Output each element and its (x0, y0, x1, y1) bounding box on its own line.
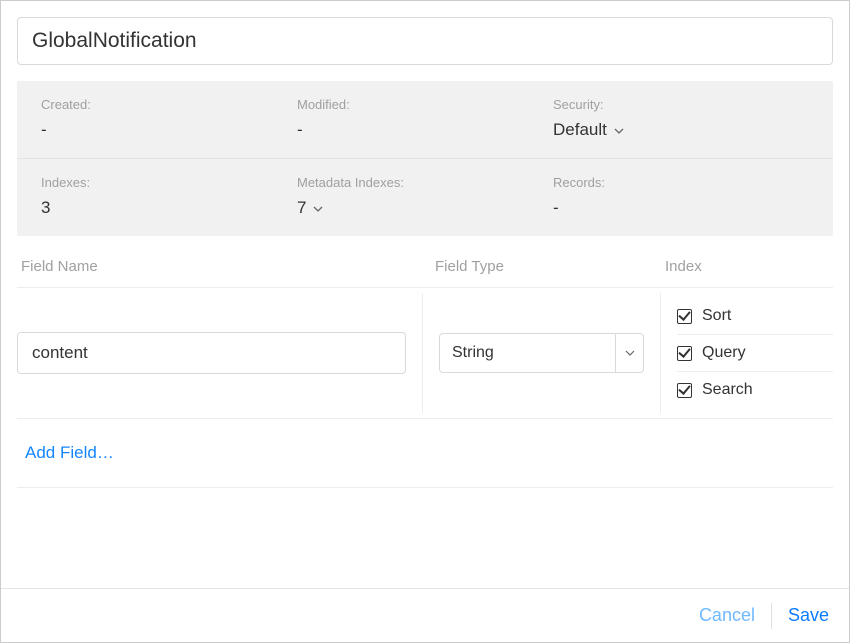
metadata-indexes-value: 7 (297, 198, 306, 217)
column-field-type: Field Type (435, 258, 665, 275)
created-value: - (41, 120, 297, 140)
column-field-name: Field Name (21, 258, 435, 275)
indexes-value: 3 (41, 198, 297, 218)
index-sort-label: Sort (702, 307, 731, 325)
index-query-label: Query (702, 344, 746, 362)
index-search-checkbox[interactable]: Search (677, 371, 833, 408)
security-label: Security: (553, 97, 809, 112)
metadata-indexes-label: Metadata Indexes: (297, 175, 553, 190)
metadata-panel: Created: - Modified: - Security: Default (17, 81, 833, 236)
field-row: String Sort Query Search (17, 287, 833, 419)
checkbox-icon (677, 383, 692, 398)
indexes-label: Indexes: (41, 175, 297, 190)
chevron-down-icon (313, 206, 323, 212)
footer-divider (771, 603, 772, 629)
add-field-button[interactable]: Add Field… (17, 419, 833, 488)
field-type-value: String (440, 334, 615, 372)
chevron-down-icon (615, 334, 643, 372)
save-button[interactable]: Save (788, 605, 829, 626)
field-type-select[interactable]: String (439, 333, 644, 373)
modified-label: Modified: (297, 97, 553, 112)
field-name-input[interactable] (17, 332, 406, 374)
created-label: Created: (41, 97, 297, 112)
column-index: Index (665, 258, 833, 275)
checkbox-icon (677, 346, 692, 361)
record-type-name-input[interactable] (17, 17, 833, 65)
dialog-panel: Created: - Modified: - Security: Default (0, 0, 850, 643)
metadata-indexes-dropdown[interactable]: 7 (297, 198, 553, 218)
records-label: Records: (553, 175, 809, 190)
security-dropdown[interactable]: Default (553, 120, 809, 140)
chevron-down-icon (614, 128, 624, 134)
security-value: Default (553, 120, 607, 139)
cancel-button[interactable]: Cancel (699, 605, 755, 626)
index-sort-checkbox[interactable]: Sort (677, 298, 833, 334)
checkbox-icon (677, 309, 692, 324)
fields-header-row: Field Name Field Type Index (17, 236, 833, 287)
dialog-footer: Cancel Save (1, 588, 849, 642)
index-search-label: Search (702, 381, 753, 399)
index-query-checkbox[interactable]: Query (677, 334, 833, 371)
records-value: - (553, 198, 809, 218)
modified-value: - (297, 120, 553, 140)
